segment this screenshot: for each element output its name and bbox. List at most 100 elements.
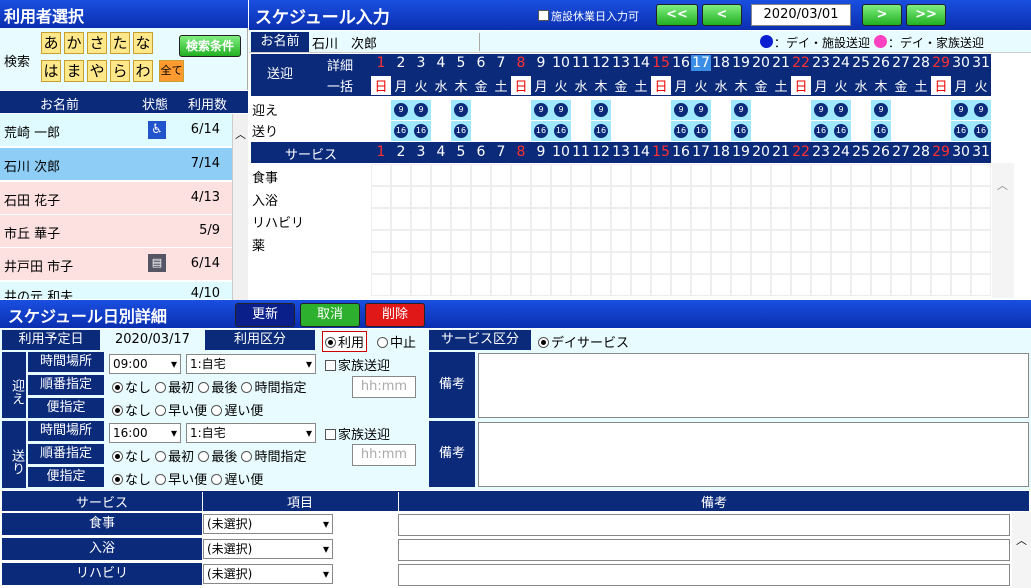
pickup-mark[interactable]: 9 xyxy=(691,100,711,120)
service-cell[interactable] xyxy=(671,164,691,186)
service-cell[interactable] xyxy=(631,252,651,274)
day-number[interactable]: 27 xyxy=(891,55,911,71)
service-cell[interactable] xyxy=(831,274,851,296)
service-cell[interactable] xyxy=(591,230,611,252)
service-cell[interactable] xyxy=(911,164,931,186)
service-cell[interactable] xyxy=(711,230,731,252)
pickup-place-select[interactable]: 1:自宅 xyxy=(186,354,316,374)
service-cell[interactable] xyxy=(871,208,891,230)
weekday-label[interactable]: 金 xyxy=(471,76,491,95)
service-cell[interactable] xyxy=(751,252,771,274)
weekday-label[interactable]: 日 xyxy=(371,76,391,95)
day-number[interactable]: 12 xyxy=(591,55,611,71)
pickup-mark[interactable]: 9 xyxy=(871,100,891,120)
service-cell[interactable] xyxy=(791,230,811,252)
user-row-selected[interactable]: 石川 次郎 7/14 xyxy=(0,148,232,181)
service-cell[interactable] xyxy=(671,274,691,296)
pickup-mark[interactable]: 9 xyxy=(811,100,831,120)
service-cell[interactable] xyxy=(471,208,491,230)
service-cell[interactable] xyxy=(831,230,851,252)
dropoff-mark[interactable]: 16 xyxy=(451,121,471,141)
weekday-label[interactable]: 月 xyxy=(531,76,551,95)
service-cell[interactable] xyxy=(631,230,651,252)
day-number[interactable]: 29 xyxy=(931,55,951,71)
service-cell[interactable] xyxy=(851,208,871,230)
service-cell[interactable] xyxy=(971,230,991,252)
service-cell[interactable] xyxy=(851,230,871,252)
weekday-label[interactable]: 月 xyxy=(951,76,971,95)
service-cell[interactable] xyxy=(791,208,811,230)
day-number[interactable]: 24 xyxy=(831,55,851,71)
bath-item-select[interactable]: (未選択) xyxy=(203,539,333,559)
day-number[interactable]: 18 xyxy=(711,55,731,71)
kana-ya[interactable]: や xyxy=(87,60,107,82)
service-cell[interactable] xyxy=(651,230,671,252)
service-cell[interactable] xyxy=(491,252,511,274)
chevron-up-icon[interactable]: ︿ xyxy=(997,177,1008,193)
service-cell[interactable] xyxy=(711,186,731,208)
dropoff-mark[interactable]: 16 xyxy=(671,121,691,141)
user-row[interactable]: 荒崎 一郎 ♿ 6/14 xyxy=(0,114,232,147)
service-cell[interactable] xyxy=(731,208,751,230)
kana-ta[interactable]: た xyxy=(110,32,130,54)
day-number[interactable]: 25 xyxy=(851,55,871,71)
service-cell[interactable] xyxy=(871,252,891,274)
weekday-label[interactable]: 木 xyxy=(871,76,891,95)
service-cell[interactable] xyxy=(571,252,591,274)
day-number[interactable]: 26 xyxy=(871,55,891,71)
service-cell[interactable] xyxy=(491,230,511,252)
prev-month-button[interactable]: << xyxy=(656,4,698,26)
dropoff-mark[interactable]: 16 xyxy=(591,121,611,141)
service-cell[interactable] xyxy=(811,274,831,296)
cancel-button[interactable]: 取消 xyxy=(300,303,360,327)
pickup-mark[interactable]: 9 xyxy=(831,100,851,120)
kana-ma[interactable]: ま xyxy=(64,60,84,82)
service-cell[interactable] xyxy=(731,164,751,186)
service-cell[interactable] xyxy=(491,274,511,296)
service-cell[interactable] xyxy=(791,186,811,208)
dropoff-place-select[interactable]: 1:自宅 xyxy=(186,423,316,443)
service-cell[interactable] xyxy=(891,230,911,252)
service-cell[interactable] xyxy=(671,208,691,230)
service-cell[interactable] xyxy=(591,208,611,230)
weekday-label[interactable]: 月 xyxy=(811,76,831,95)
service-cell[interactable] xyxy=(751,274,771,296)
service-cell[interactable] xyxy=(931,208,951,230)
service-cell[interactable] xyxy=(791,274,811,296)
service-cell[interactable] xyxy=(431,274,451,296)
service-cell[interactable] xyxy=(751,186,771,208)
service-cell[interactable] xyxy=(771,164,791,186)
pickup-mark[interactable]: 9 xyxy=(731,100,751,120)
user-row[interactable]: 石田 花子 4/13 xyxy=(0,182,232,215)
day-number[interactable]: 21 xyxy=(771,55,791,71)
service-cell[interactable] xyxy=(951,230,971,252)
service-cell[interactable] xyxy=(571,208,591,230)
service-cell[interactable] xyxy=(651,164,671,186)
service-cell[interactable] xyxy=(491,164,511,186)
service-cell[interactable] xyxy=(611,252,631,274)
service-cell[interactable] xyxy=(551,274,571,296)
service-cell[interactable] xyxy=(771,252,791,274)
weekday-label[interactable]: 土 xyxy=(631,76,651,95)
service-cell[interactable] xyxy=(931,186,951,208)
service-cell[interactable] xyxy=(611,208,631,230)
service-cell[interactable] xyxy=(911,186,931,208)
service-cell[interactable] xyxy=(891,186,911,208)
kana-all[interactable]: 全て xyxy=(159,60,184,82)
service-cell[interactable] xyxy=(451,230,471,252)
service-cell[interactable] xyxy=(551,186,571,208)
detail-scrollbar[interactable]: ︿ xyxy=(1012,512,1031,588)
service-cell[interactable] xyxy=(611,164,631,186)
weekday-label[interactable]: 月 xyxy=(671,76,691,95)
service-cell[interactable] xyxy=(931,230,951,252)
weekday-label[interactable]: 水 xyxy=(851,76,871,95)
service-cell[interactable] xyxy=(971,208,991,230)
service-cell[interactable] xyxy=(771,230,791,252)
pickup-mark[interactable]: 9 xyxy=(391,100,411,120)
service-cell[interactable] xyxy=(771,208,791,230)
day-number[interactable]: 22 xyxy=(791,55,811,71)
service-cell[interactable] xyxy=(931,252,951,274)
service-cell[interactable] xyxy=(531,164,551,186)
weekday-label[interactable]: 火 xyxy=(691,76,711,95)
dropoff-time-input[interactable]: hh:mm xyxy=(352,444,416,466)
